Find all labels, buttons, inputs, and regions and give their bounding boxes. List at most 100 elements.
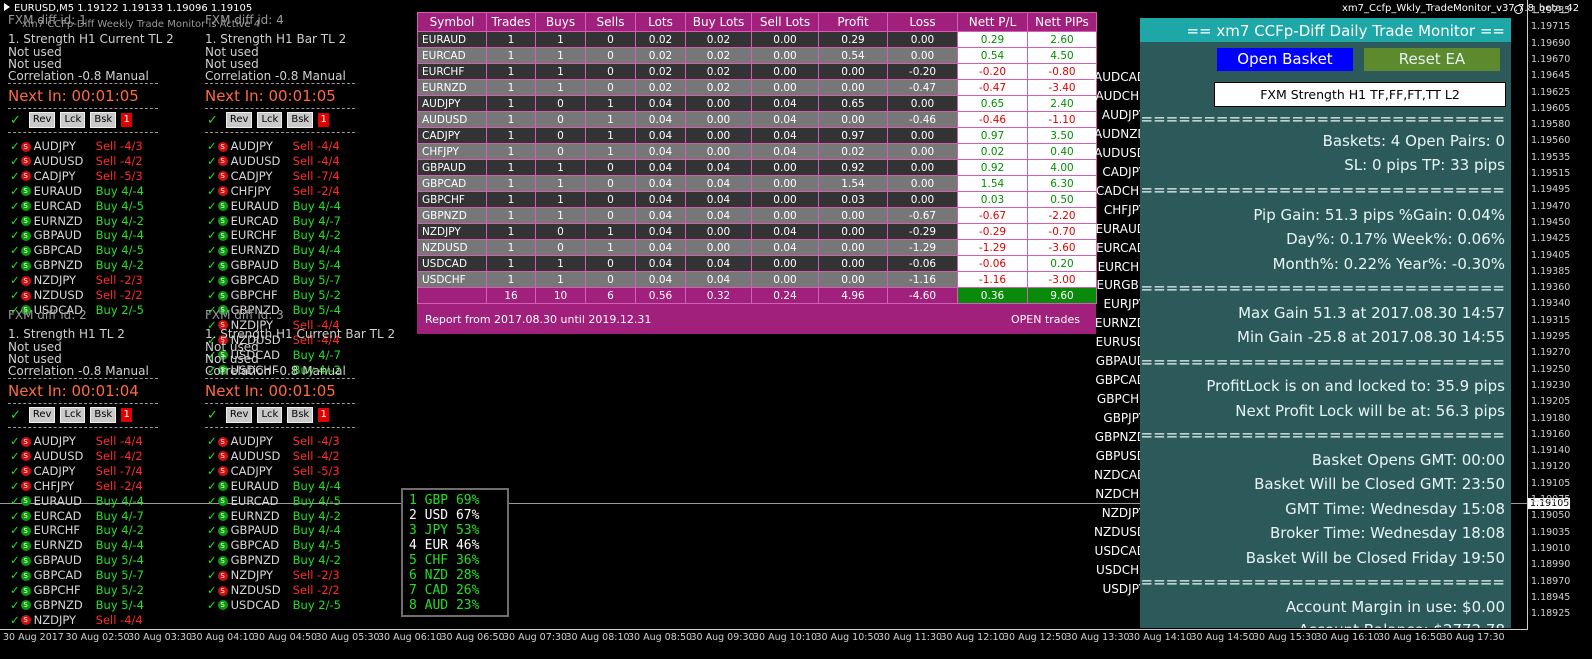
price-axis-line xyxy=(1527,0,1528,629)
pair-row[interactable]: ✓ S EURNZD Buy 4/-2 xyxy=(207,509,341,524)
pair-row[interactable]: ✓ S CHFJPY Sell -2/4 xyxy=(10,479,143,494)
time-label: 30 Aug 03:30 xyxy=(128,632,193,643)
bsk-button[interactable]: Bsk xyxy=(287,112,314,128)
pair-row[interactable]: ✓ S USDCAD Buy 2/-5 xyxy=(207,598,341,613)
one-button[interactable]: 1 xyxy=(318,113,330,127)
one-button[interactable]: 1 xyxy=(121,113,133,127)
pair-row[interactable]: ✓ S EURCAD Buy 4/-7 xyxy=(10,509,144,524)
table-cell: 1 xyxy=(486,207,536,224)
open-trades-label[interactable]: OPEN trades xyxy=(1011,313,1080,326)
one-button[interactable]: 1 xyxy=(121,408,133,422)
table-cell: 1 xyxy=(535,47,586,64)
pair-row[interactable]: ✓ S GBPAUD Buy 4/-4 xyxy=(10,228,144,243)
enabled-check-icon[interactable]: ✓ xyxy=(207,408,218,423)
pair-row[interactable]: ✓ S EURCAD Buy 4/-5 xyxy=(10,199,144,214)
rev-button[interactable]: Rev xyxy=(225,112,253,128)
pair-row[interactable]: ✓ S EURAUD Buy 4/-4 xyxy=(207,479,341,494)
pair-row[interactable]: ✓ S EURCHF Buy 4/-2 xyxy=(10,523,144,538)
pair-row[interactable]: ✓ S EURNZD Buy 4/-4 xyxy=(10,538,144,553)
pair-row[interactable]: ✓ S GBPCHF Buy 5/-2 xyxy=(207,288,341,303)
one-button[interactable]: 1 xyxy=(318,408,330,422)
pair-row[interactable]: ✓ S CADJPY Sell -5/3 xyxy=(10,169,143,184)
pair-row[interactable]: ✓ S AUDJPY Sell -4/4 xyxy=(207,139,340,154)
table-cell: 0.00 xyxy=(818,63,888,80)
pair-row[interactable]: ✓ S NZDUSD Sell -2/2 xyxy=(207,583,340,598)
pair-row[interactable]: ✓ S EURAUD Buy 4/-4 xyxy=(10,184,144,199)
panel-baskets: Baskets: 4 Open Pairs: 0 xyxy=(1322,132,1505,150)
lck-button[interactable]: Lck xyxy=(257,112,283,128)
pair-row[interactable]: ✓ S AUDUSD Sell -4/4 xyxy=(207,154,340,169)
pair-signal: Buy 4/-4 xyxy=(292,198,341,213)
pair-row[interactable]: ✓ S GBPAUD Buy 5/-4 xyxy=(10,553,144,568)
grid-symbol: AUDCAD xyxy=(1094,70,1147,84)
pair-row[interactable]: ✓ S AUDJPY Sell -4/3 xyxy=(10,139,143,154)
pair-row[interactable]: ✓ S EURAUD Buy 4/-4 xyxy=(10,494,144,509)
table-cell: -3.60 xyxy=(1027,239,1097,256)
pair-row[interactable]: ✓ S CADJPY Sell -7/4 xyxy=(10,464,143,479)
pair-row[interactable]: ✓ S GBPCAD Buy 4/-5 xyxy=(10,243,144,258)
open-basket-button[interactable]: Open Basket xyxy=(1217,48,1353,71)
table-cell: 0.00 xyxy=(887,191,958,208)
lck-button[interactable]: Lck xyxy=(60,112,86,128)
pair-row[interactable]: ✓ S CADJPY Sell -5/3 xyxy=(207,464,340,479)
col-header: Loss xyxy=(887,12,958,32)
pair-row[interactable]: ✓ S AUDJPY Sell -4/4 xyxy=(10,434,143,449)
strength-row: 7 CAD 26% xyxy=(403,583,507,598)
pair-row[interactable]: ✓ S GBPNZD Buy 5/-4 xyxy=(10,598,144,613)
pair-row[interactable]: ✓ S NZDUSD Sell -2/2 xyxy=(10,288,143,303)
pair-row[interactable]: ✓ S GBPNZD Buy 4/-2 xyxy=(10,258,144,273)
pair-row[interactable]: ✓ S AUDUSD Sell -4/2 xyxy=(10,154,143,169)
pair-row[interactable]: ✓ S EURAUD Buy 4/-4 xyxy=(207,199,341,214)
table-cell: 1 xyxy=(486,271,536,288)
pair-row[interactable]: ✓ S EURCAD Buy 4/-7 xyxy=(207,214,341,229)
pair-row[interactable]: ✓ S NZDJPY Sell -2/3 xyxy=(207,568,340,583)
pair-row[interactable]: ✓ S EURNZD Buy 4/-2 xyxy=(10,214,144,229)
pair-row[interactable]: ✓ S AUDUSD Sell -4/2 xyxy=(207,449,340,464)
pair-row[interactable]: ✓ S GBPCAD Buy 5/-7 xyxy=(207,273,341,288)
rev-button[interactable]: Rev xyxy=(28,407,56,423)
pair-row[interactable]: ✓ S NZDJPY Sell -2/3 xyxy=(10,273,143,288)
bsk-button[interactable]: Bsk xyxy=(90,407,117,423)
strength-rank: 4 xyxy=(409,538,417,553)
enabled-check-icon[interactable]: ✓ xyxy=(10,408,21,423)
table-cell: AUDJPY xyxy=(417,95,487,112)
pair-row[interactable]: ✓ S AUDUSD Sell -4/2 xyxy=(10,449,143,464)
pair-row[interactable]: ✓ S EURCHF Buy 4/-2 xyxy=(207,228,341,243)
lck-button[interactable]: Lck xyxy=(60,407,86,423)
pair-signal-icon: S xyxy=(20,186,31,197)
pair-row[interactable]: ✓ S NZDJPY Sell -4/4 xyxy=(10,613,143,628)
table-cell: 0.04 xyxy=(751,223,819,240)
pair-row[interactable]: ✓ S GBPAUD Buy 5/-4 xyxy=(207,258,341,273)
pair-symbol: CADJPY xyxy=(33,463,76,478)
dropdown-triangle-icon[interactable] xyxy=(4,3,10,11)
pair-signal: Buy 4/-5 xyxy=(292,493,341,508)
total-cell: 16 xyxy=(486,287,536,304)
enabled-check-icon[interactable]: ✓ xyxy=(207,113,218,128)
pair-row[interactable]: ✓ S GBPCAD Buy 4/-5 xyxy=(207,538,341,553)
pair-row[interactable]: ✓ S EURNZD Buy 4/-4 xyxy=(207,243,341,258)
bsk-button[interactable]: Bsk xyxy=(287,407,314,423)
strength-mode-field[interactable]: FXM Strength H1 TF,FF,FT,TT L2 xyxy=(1214,82,1506,107)
pair-signal-icon: S xyxy=(20,481,31,492)
pair-row[interactable]: ✓ S GBPCHF Buy 5/-2 xyxy=(10,583,144,598)
pair-row[interactable]: ✓ S EURCAD Buy 4/-5 xyxy=(207,494,341,509)
table-cell: 0.40 xyxy=(1027,143,1097,160)
pair-row[interactable]: ✓ S AUDJPY Sell -4/3 xyxy=(207,434,340,449)
enabled-check-icon[interactable]: ✓ xyxy=(10,113,21,128)
bsk-button[interactable]: Bsk xyxy=(90,112,117,128)
pair-row[interactable]: ✓ S GBPCAD Buy 5/-7 xyxy=(10,568,144,583)
rev-button[interactable]: Rev xyxy=(225,407,253,423)
pair-row[interactable]: ✓ S GBPNZD Buy 4/-2 xyxy=(207,553,341,568)
table-cell: -1.16 xyxy=(957,271,1028,288)
pair-row[interactable]: ✓ S CADJPY Sell -7/4 xyxy=(207,169,340,184)
reset-ea-button[interactable]: Reset EA xyxy=(1364,48,1500,71)
pair-check-icon: ✓ xyxy=(207,538,217,553)
pair-row[interactable]: ✓ S CHFJPY Sell -2/4 xyxy=(207,184,340,199)
grid-symbol: USDJPY xyxy=(1102,581,1146,596)
table-cell: 0.04 xyxy=(685,255,752,272)
rev-button[interactable]: Rev xyxy=(28,112,56,128)
lck-button[interactable]: Lck xyxy=(257,407,283,423)
pair-row[interactable]: ✓ S GBPAUD Buy 4/-4 xyxy=(207,523,341,538)
time-label: 30 Aug 10:50 xyxy=(815,632,880,643)
grid-symbol: NZDCAD xyxy=(1094,467,1147,482)
